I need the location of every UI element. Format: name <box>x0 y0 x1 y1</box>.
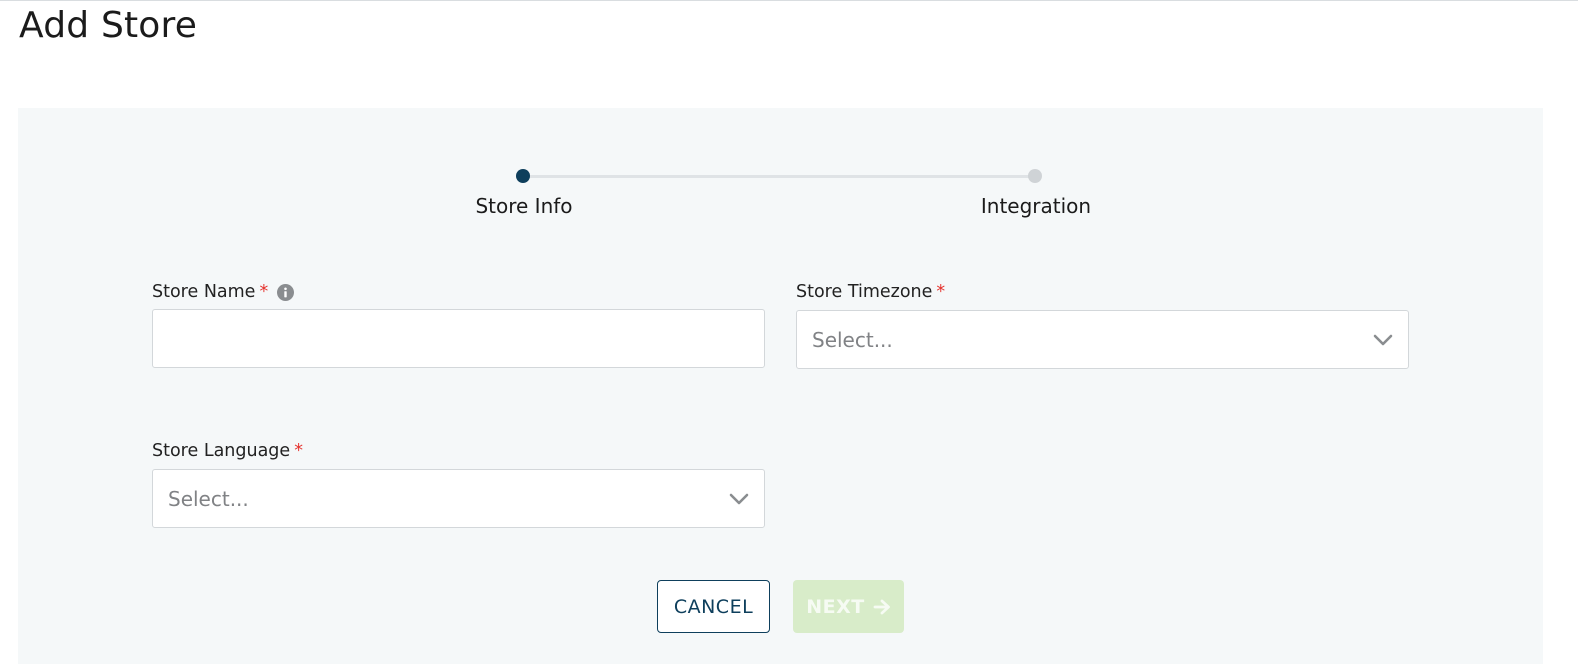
cancel-button[interactable]: CANCEL <box>657 580 770 633</box>
next-button[interactable]: NEXT <box>793 580 904 633</box>
step-label-store-info: Store Info <box>475 194 573 218</box>
store-name-label: Store Name * <box>152 282 295 302</box>
store-name-label-text: Store Name <box>152 282 256 302</box>
store-language-label-text: Store Language <box>152 441 291 461</box>
chevron-down-icon <box>1373 334 1393 345</box>
info-icon[interactable] <box>277 283 295 301</box>
arrow-right-icon <box>873 599 890 614</box>
store-timezone-label-text: Store Timezone <box>796 282 933 302</box>
store-language-select[interactable]: Select... <box>152 469 765 528</box>
store-timezone-label: Store Timezone * <box>796 282 945 302</box>
store-timezone-select[interactable]: Select... <box>796 310 1409 369</box>
step-label-integration: Integration <box>980 194 1092 218</box>
step-indicator-integration <box>1028 169 1042 183</box>
cancel-button-label: CANCEL <box>673 595 754 618</box>
store-language-placeholder: Select... <box>168 486 249 511</box>
required-marker: * <box>936 282 946 302</box>
store-language-label: Store Language * <box>152 441 303 461</box>
required-marker: * <box>294 441 303 461</box>
chevron-down-icon <box>729 493 749 504</box>
next-button-label: NEXT <box>806 595 865 618</box>
required-marker: * <box>259 282 269 302</box>
form-panel <box>18 108 1543 664</box>
page-title: Add Store <box>19 5 198 46</box>
store-name-input[interactable] <box>152 309 765 368</box>
store-timezone-placeholder: Select... <box>812 327 893 352</box>
stepper-track <box>523 175 1035 178</box>
step-indicator-store-info <box>516 169 530 183</box>
